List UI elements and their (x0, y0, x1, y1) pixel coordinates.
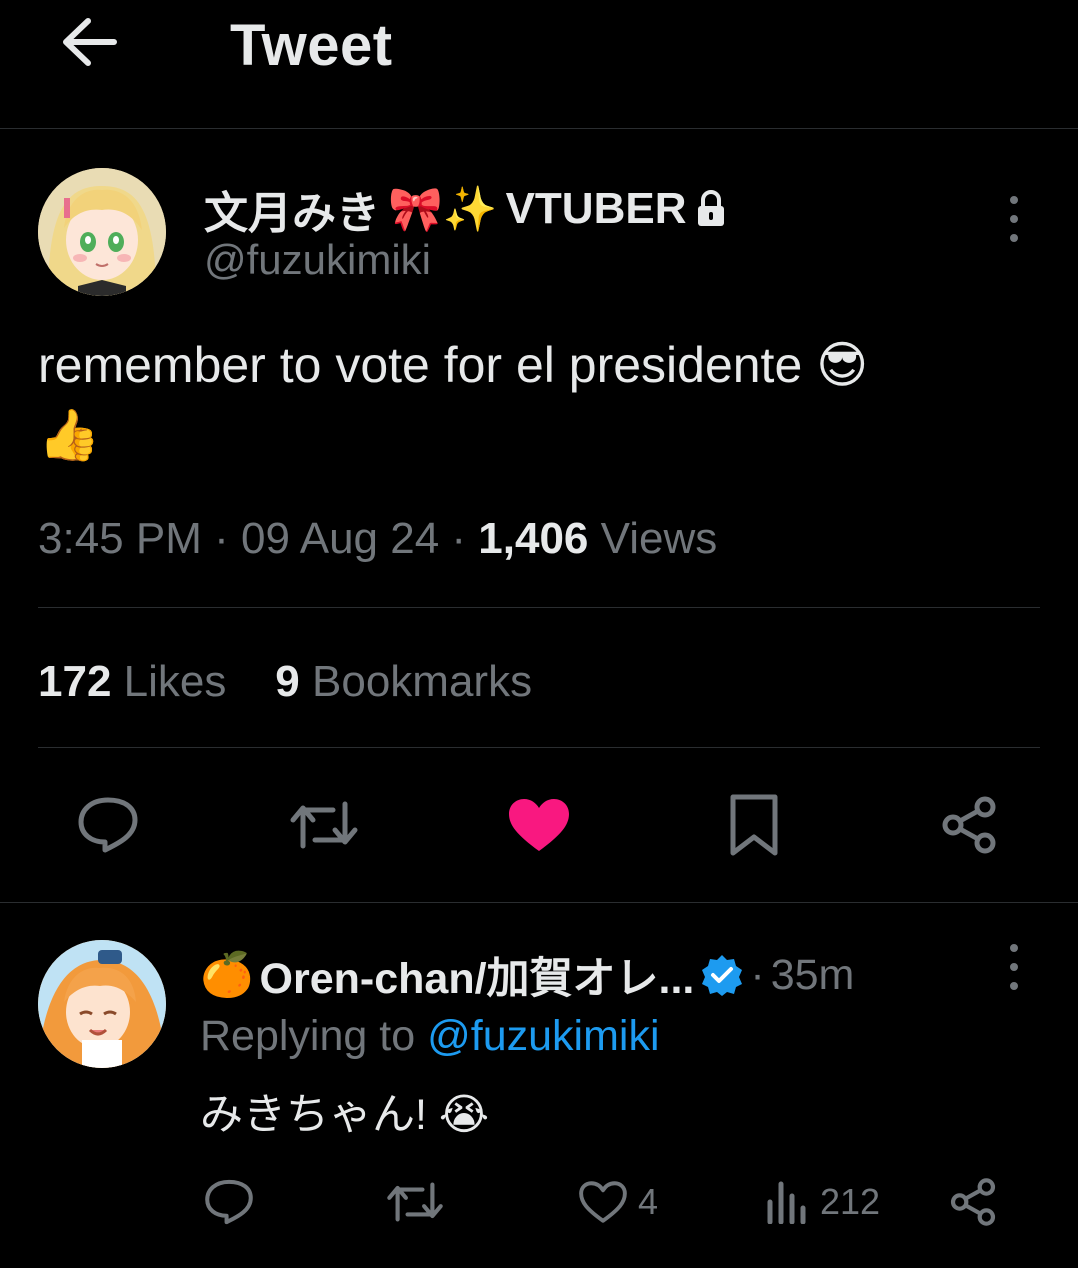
bookmarks-stat[interactable]: 9 Bookmarks (275, 657, 532, 706)
tweet-meta: 3:45 PM · 09 Aug 24 · 1,406 Views (38, 514, 718, 563)
reply-views-button[interactable]: 212 (766, 1172, 880, 1232)
share-button[interactable] (929, 790, 1009, 860)
replying-to-handle[interactable]: @fuzukimiki (427, 1012, 659, 1060)
bookmark-icon (730, 794, 778, 856)
reply-reply-button[interactable] (204, 1172, 254, 1232)
reply-share-button[interactable] (948, 1172, 998, 1232)
crying-emoji: 😭 (438, 1090, 490, 1140)
more-dot (1010, 234, 1018, 242)
reply-avatar[interactable] (38, 940, 166, 1068)
tweet-date: 09 Aug 24 (240, 514, 440, 563)
bookmarks-count: 9 (275, 657, 300, 706)
avatar[interactable] (38, 168, 166, 296)
more-dot (1010, 963, 1018, 971)
likes-count: 172 (38, 657, 112, 706)
more-dot (1010, 982, 1018, 990)
bookmark-button[interactable] (714, 790, 794, 860)
page-title: Tweet (230, 13, 393, 78)
reply-author-name: Oren-chan/加賀オレ... (259, 955, 695, 1003)
heart-filled-icon (509, 799, 569, 851)
author-handle[interactable]: @fuzukimiki (204, 236, 431, 284)
avatar-illustration (38, 168, 166, 296)
heart-outline-icon (579, 1181, 627, 1223)
author-display-name: 文月みき (204, 189, 380, 238)
stats-divider (38, 747, 1040, 748)
replying-to: Replying to @fuzukimiki (200, 1012, 660, 1061)
header-divider (0, 128, 1078, 129)
reply-time-sep: · (750, 950, 765, 999)
reply-body: みきちゃん! (200, 1091, 427, 1139)
share-icon (950, 1178, 996, 1226)
reply-author[interactable]: 🍊 Oren-chan/加賀オレ... · 35m (200, 944, 854, 1006)
views-label: Views (600, 514, 718, 563)
views-count: 1,406 (478, 514, 589, 563)
share-icon (942, 796, 996, 854)
more-options-button[interactable] (1000, 196, 1028, 242)
tweet-body: remember to vote for el presidente (38, 337, 803, 393)
tweet-time: 3:45 PM (38, 514, 202, 563)
bookmarks-label: Bookmarks (312, 657, 533, 706)
arrow-left-icon (63, 18, 117, 66)
meta-divider (38, 607, 1040, 608)
back-button[interactable] (58, 14, 120, 70)
reply-icon (78, 797, 138, 853)
orange-emoji: 🍊 (200, 950, 254, 1000)
sunglasses-emoji: 😎 (816, 336, 869, 394)
reply-like-button[interactable]: 4 (578, 1172, 658, 1232)
reply-text: みきちゃん! 😭 (200, 1080, 489, 1142)
author-emojis: 🎀✨ (388, 184, 498, 235)
likes-label: Likes (123, 657, 227, 706)
retweet-icon (290, 801, 358, 849)
likes-stat[interactable]: 172 Likes (38, 657, 226, 706)
reply-avatar-illustration (38, 940, 166, 1068)
reply-more-options-button[interactable] (1000, 944, 1028, 990)
reply-views-count: 212 (820, 1181, 881, 1222)
lock-icon (698, 190, 725, 226)
reply-button[interactable] (68, 790, 148, 860)
verified-badge-icon (702, 955, 743, 996)
author-tag: VTUBER (505, 184, 687, 233)
retweet-icon (387, 1182, 443, 1222)
more-dot (1010, 944, 1018, 952)
like-button[interactable] (499, 790, 579, 860)
reply-time: 35m (770, 950, 855, 999)
reply-icon (205, 1179, 253, 1225)
views-icon (767, 1181, 806, 1224)
tweet-divider (0, 902, 1078, 903)
reply-like-count: 4 (638, 1181, 659, 1222)
replying-to-label: Replying to (200, 1012, 416, 1060)
thumbs-up-emoji: 👍 (38, 406, 101, 464)
tweet-text: remember to vote for el presidente 😎 👍 (38, 330, 1038, 470)
reply-retweet-button[interactable] (386, 1172, 444, 1232)
author-name[interactable]: 文月みき 🎀✨ VTUBER (204, 177, 728, 241)
more-dot (1010, 215, 1018, 223)
retweet-button[interactable] (284, 790, 364, 860)
tweet-stats: 172 Likes 9 Bookmarks (38, 657, 532, 707)
more-dot (1010, 196, 1018, 204)
